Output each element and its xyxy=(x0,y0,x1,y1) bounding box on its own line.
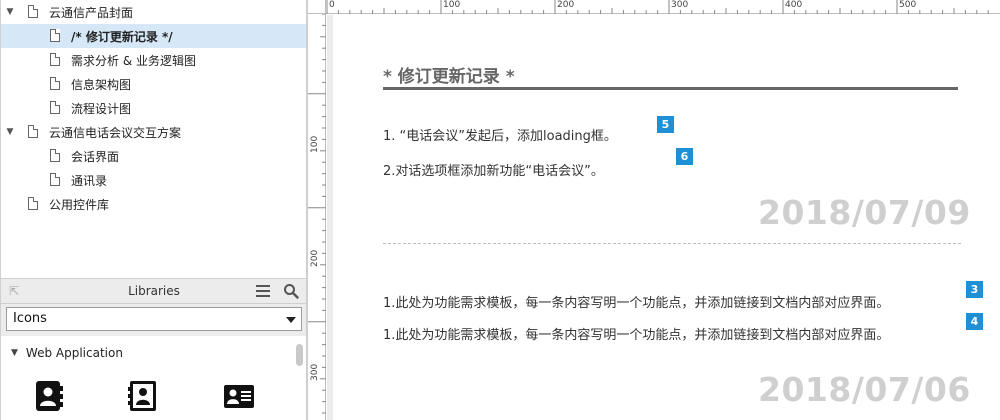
menu-icon[interactable] xyxy=(256,285,270,297)
tree-item-label: 云通信电话会议交互方案 xyxy=(49,125,182,140)
document-title: * 修订更新记录 * xyxy=(383,67,515,87)
annotation-badge[interactable]: 3 xyxy=(966,281,983,298)
ruler-label: 300 xyxy=(671,0,689,10)
ruler-ticks xyxy=(308,14,326,414)
ruler-label: 400 xyxy=(785,0,803,10)
search-icon[interactable] xyxy=(283,283,299,299)
annotation-badge[interactable]: 6 xyxy=(676,148,693,165)
ruler-label: 500 xyxy=(899,0,917,10)
library-select-bar: Icons xyxy=(1,304,307,336)
revision-date: 2018/07/09 xyxy=(758,193,971,232)
library-content: ▼ Web Application xyxy=(1,336,307,420)
revision-item: 1.此处为功能需求模板，每一条内容写明一个功能点，并添加链接到文档内部对应界面。 xyxy=(383,296,890,311)
horizontal-ruler: 0 100 200 300 400 500 xyxy=(326,0,1000,14)
page-icon xyxy=(50,173,60,186)
page-icon xyxy=(50,149,60,162)
tree-item-label: 公用控件库 xyxy=(49,197,110,212)
collapse-arrow-icon[interactable]: ⇱ xyxy=(9,284,19,298)
left-panel: ▼ 云通信产品封面 /* 修订更新记录 */ 需求分析 & 业务逻辑图 信息架构… xyxy=(0,0,307,420)
annotation-badge[interactable]: 4 xyxy=(966,313,983,330)
tree-item-flow-design[interactable]: 流程设计图 xyxy=(1,96,307,120)
annotation-badge[interactable]: 5 xyxy=(657,116,674,133)
ruler-label: 300 xyxy=(310,363,320,381)
tree-item-label: 通讯录 xyxy=(71,173,108,188)
expand-caret-icon[interactable]: ▼ xyxy=(5,7,15,17)
tree-item-contacts[interactable]: 通讯录 xyxy=(1,168,307,192)
revision-item: 2.对话选项框添加新功能“电话会议”。 xyxy=(383,164,604,179)
libraries-header: ⇱ Libraries xyxy=(1,278,307,304)
page-icon xyxy=(28,197,38,210)
ruler-label: 100 xyxy=(310,135,320,153)
page-icon xyxy=(50,53,60,66)
ruler-label: 0 xyxy=(329,0,335,10)
libraries-title: Libraries xyxy=(128,284,180,298)
tree-item-revision-log[interactable]: /* 修订更新记录 */ xyxy=(1,24,307,48)
tree-item-conference-plan[interactable]: ▼ 云通信电话会议交互方案 xyxy=(1,120,307,144)
tree-item-info-architecture[interactable]: 信息架构图 xyxy=(1,72,307,96)
section-divider xyxy=(383,243,961,244)
revision-date: 2018/07/06 xyxy=(758,370,971,409)
chevron-down-icon xyxy=(286,317,296,323)
ruler-label: 200 xyxy=(557,0,575,10)
ruler-label: 200 xyxy=(310,249,320,267)
expand-caret-icon[interactable]: ▼ xyxy=(11,348,18,358)
page-icon xyxy=(28,5,38,18)
tree-item-label: 需求分析 & 业务逻辑图 xyxy=(71,53,196,68)
revision-item: 1.此处为功能需求模板，每一条内容写明一个功能点，并添加链接到文档内部对应界面。 xyxy=(383,328,890,343)
tree-item-chat-screen[interactable]: 会话界面 xyxy=(1,144,307,168)
page-icon xyxy=(50,77,60,90)
page-icon xyxy=(50,29,60,42)
tree-item-label: /* 修订更新记录 */ xyxy=(71,29,173,44)
library-group-label: Web Application xyxy=(25,346,123,360)
design-canvas[interactable]: * 修订更新记录 * 1. “电话会议”发起后，添加loading框。 5 2.… xyxy=(333,15,1000,420)
tree-item-cover[interactable]: ▼ 云通信产品封面 xyxy=(1,0,307,24)
vertical-ruler: 100 200 300 xyxy=(308,14,326,420)
tree-item-label: 会话界面 xyxy=(71,149,120,164)
library-select-value: Icons xyxy=(13,311,47,326)
contact-card-icon[interactable] xyxy=(127,380,159,412)
library-select[interactable]: Icons xyxy=(6,307,302,331)
revision-item: 1. “电话会议”发起后，添加loading框。 xyxy=(383,129,617,144)
tree-item-requirements[interactable]: 需求分析 & 业务逻辑图 xyxy=(1,48,307,72)
page-icon xyxy=(28,125,38,138)
tree-item-label: 信息架构图 xyxy=(71,77,132,92)
address-book-icon[interactable] xyxy=(33,380,65,412)
tree-item-label: 流程设计图 xyxy=(71,101,132,116)
page-icon xyxy=(50,101,60,114)
tree-item-label: 云通信产品封面 xyxy=(49,5,134,20)
id-card-icon[interactable] xyxy=(223,380,255,412)
expand-caret-icon[interactable]: ▼ xyxy=(5,127,15,137)
tree-item-shared-widgets[interactable]: 公用控件库 xyxy=(1,192,307,216)
library-group-web-application[interactable]: ▼ Web Application xyxy=(11,346,123,360)
page-tree: ▼ 云通信产品封面 /* 修订更新记录 */ 需求分析 & 业务逻辑图 信息架构… xyxy=(1,0,307,272)
library-scrollbar[interactable] xyxy=(296,344,303,366)
ruler-label: 100 xyxy=(443,0,461,10)
title-underline xyxy=(383,87,958,90)
ruler-corner xyxy=(308,0,326,14)
